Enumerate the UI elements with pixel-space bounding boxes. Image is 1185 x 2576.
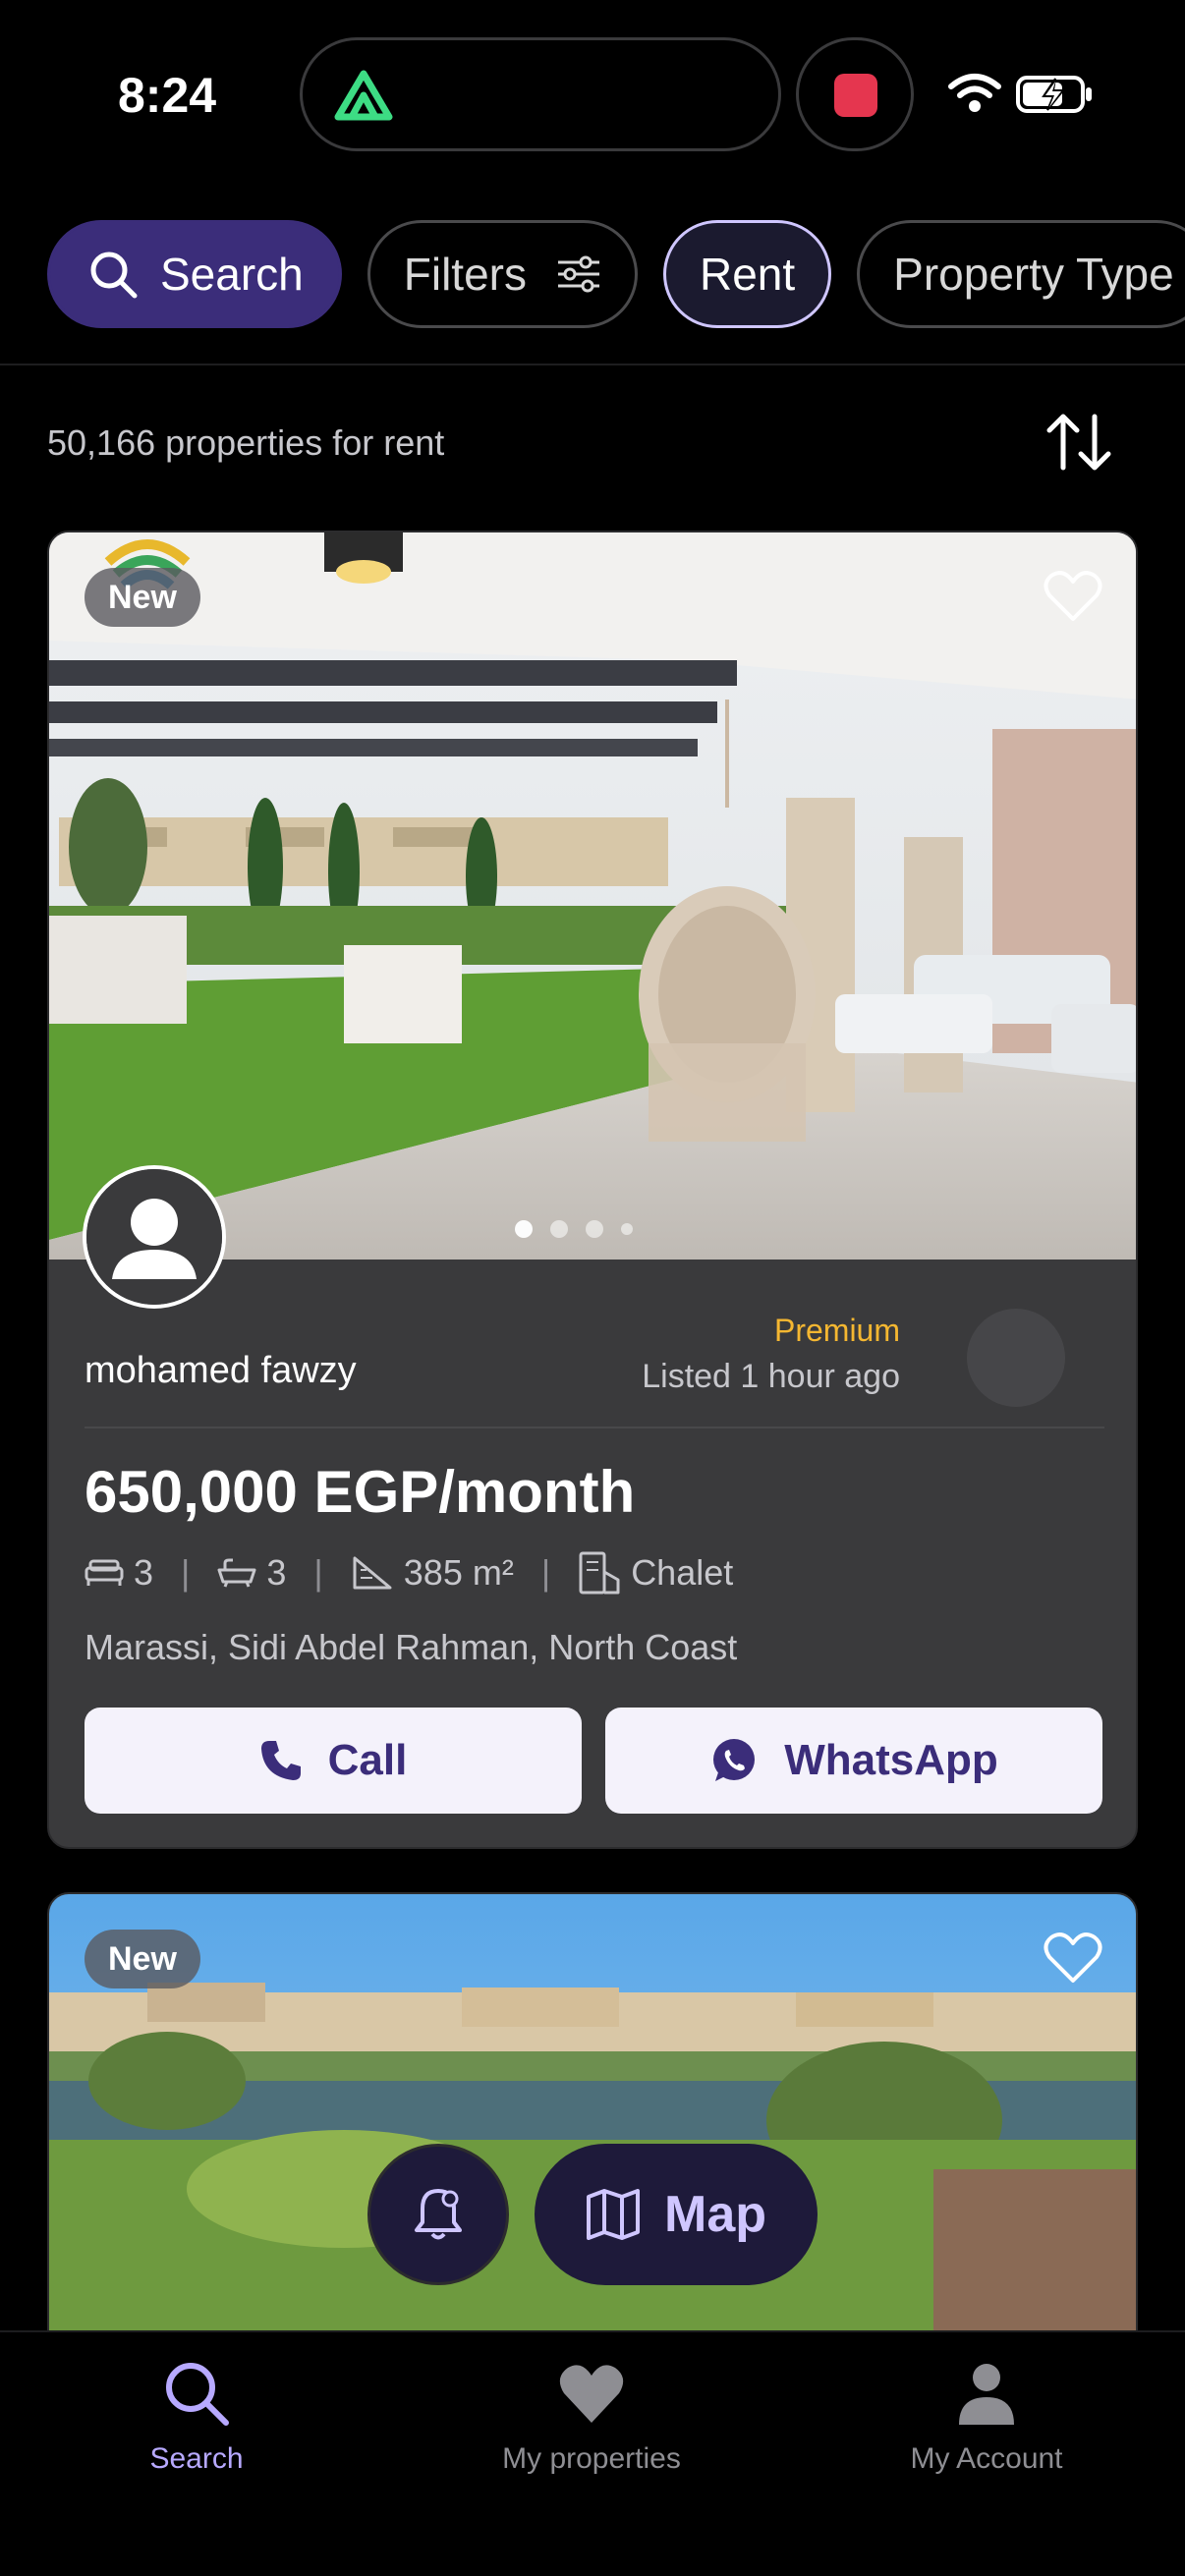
listed-time: Listed 1 hour ago [642, 1358, 900, 1395]
bathrooms-count: 3 [266, 1552, 287, 1593]
phone-icon [260, 1741, 301, 1780]
listing-price: 650,000 EGP/month [85, 1459, 636, 1525]
whatsapp-button[interactable]: WhatsApp [605, 1708, 1102, 1814]
favorite-heart-icon[interactable] [1044, 1930, 1102, 1985]
wifi-icon [948, 74, 1001, 112]
map-button-label: Map [664, 2186, 766, 2243]
spec-separator: | [313, 1552, 323, 1593]
bathrooms-spec: 3 [217, 1552, 286, 1594]
building-icon [579, 1551, 620, 1595]
filters-chip[interactable]: Filters [367, 220, 638, 328]
tab-my-account[interactable]: My Account [839, 2358, 1134, 2476]
dynamic-island [300, 37, 781, 151]
spec-separator: | [181, 1552, 191, 1593]
bed-icon [85, 1559, 124, 1586]
tab-my-properties[interactable]: My properties [444, 2358, 739, 2476]
bedrooms-count: 3 [134, 1552, 154, 1593]
spec-separator: | [540, 1552, 551, 1593]
header-divider [0, 364, 1185, 365]
pagination-dot [515, 1220, 533, 1238]
area-value: 385 m² [403, 1552, 514, 1593]
status-time: 8:24 [118, 68, 217, 123]
search-chip[interactable]: Search [47, 220, 342, 328]
user-avatar-icon [86, 1169, 222, 1305]
tab-my-properties-label: My properties [502, 2442, 681, 2475]
recording-indicator [796, 37, 914, 151]
pagination-dot [550, 1220, 568, 1238]
search-icon [166, 2363, 229, 2426]
property-type-spec: Chalet [578, 1550, 733, 1596]
property-photo-image [49, 532, 1136, 1260]
listing-location: Marassi, Sidi Abdel Rahman, North Coast [85, 1627, 738, 1667]
favorite-heart-icon[interactable] [1044, 568, 1102, 623]
rent-chip-label: Rent [699, 249, 796, 300]
pagination-dot [621, 1223, 633, 1235]
property-type-value: Chalet [631, 1552, 734, 1593]
agency-logo [967, 1309, 1065, 1407]
battery-charging-icon [1016, 76, 1092, 113]
sliders-icon [557, 255, 599, 293]
map-button[interactable]: Map [535, 2144, 818, 2285]
map-icon [587, 2189, 640, 2240]
pagination-dot [586, 1220, 603, 1238]
card-divider [85, 1427, 1104, 1428]
app-logo-icon [334, 70, 393, 121]
new-badge: New [85, 1930, 200, 1988]
tab-search-label: Search [149, 2442, 244, 2475]
tab-search[interactable]: Search [49, 2358, 344, 2476]
bell-icon [415, 2189, 462, 2240]
property-type-chip[interactable]: Property Type [857, 220, 1185, 328]
property-type-chip-label: Property Type [893, 249, 1174, 300]
search-icon [90, 252, 138, 299]
new-badge: New [85, 568, 200, 627]
bedrooms-spec: 3 [85, 1552, 153, 1594]
results-count: 50,166 properties for rent [47, 422, 445, 463]
search-chip-label: Search [160, 249, 304, 300]
agent-name: mohamed fawzy [85, 1350, 357, 1391]
bottom-tab-bar: Search My properties My Account [0, 2330, 1185, 2576]
sort-icon[interactable] [1044, 411, 1114, 474]
rent-chip[interactable]: Rent [662, 220, 832, 328]
agent-avatar[interactable] [83, 1165, 226, 1309]
filter-chips: Search Filters Rent Property Type [47, 220, 1185, 328]
whatsapp-button-label: WhatsApp [784, 1736, 998, 1784]
listing-card[interactable]: New mohamed fawzy Premium Listed 1 hour … [47, 531, 1138, 1849]
area-ruler-icon [353, 1556, 392, 1590]
call-button[interactable]: Call [85, 1708, 582, 1814]
listing-photo[interactable]: New [49, 532, 1136, 1260]
area-spec: 385 m² [351, 1552, 514, 1594]
bathtub-icon [217, 1558, 256, 1588]
premium-label: Premium [773, 1313, 900, 1348]
filters-chip-label: Filters [403, 249, 527, 300]
tab-my-account-label: My Account [910, 2442, 1063, 2475]
status-bar: 8:24 [0, 0, 1185, 187]
heart-icon [559, 2365, 624, 2423]
person-icon [959, 2364, 1014, 2425]
call-button-label: Call [327, 1736, 408, 1784]
alert-bell-button[interactable] [367, 2144, 509, 2285]
photo-pagination-dots [515, 1220, 633, 1238]
listing-specs: 3 | 3 | 385 m² | Chalet [85, 1550, 733, 1596]
whatsapp-icon [713, 1739, 756, 1781]
